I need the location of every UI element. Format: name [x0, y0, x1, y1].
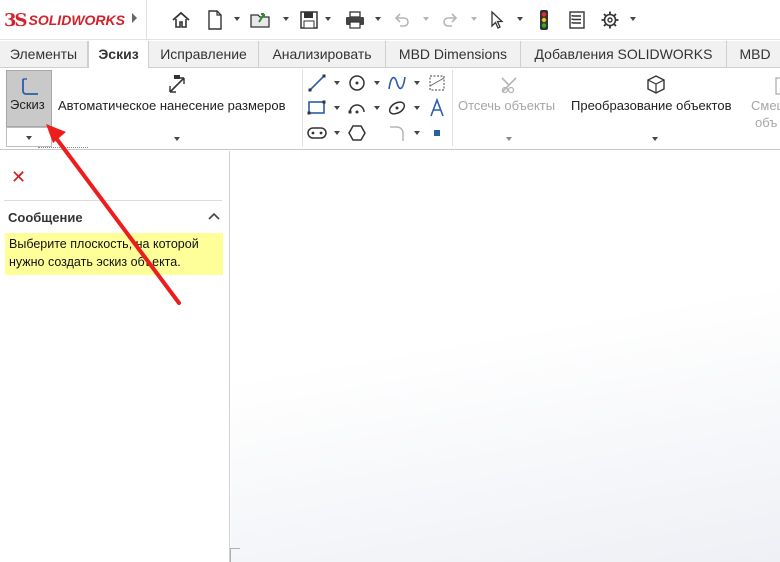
rectangle-dropdown-icon[interactable] — [334, 106, 340, 110]
message-section-title: Сообщение — [8, 210, 83, 225]
panel-title-remnant — [38, 147, 88, 152]
spline-icon[interactable] — [386, 72, 408, 94]
trim-entities-icon[interactable] — [498, 74, 520, 96]
smart-dimension-dropdown-icon[interactable] — [174, 137, 180, 141]
smart-dimension-label[interactable]: Автоматическое нанесение размеров — [58, 98, 285, 113]
redo-dropdown-icon[interactable] — [471, 17, 477, 21]
toolbar-separator — [146, 0, 147, 40]
graphics-area-corner — [230, 548, 240, 562]
select-cursor-icon[interactable] — [485, 8, 509, 32]
offset-entities-icon[interactable] — [770, 76, 780, 96]
solidworks-logo[interactable]: 3S SOLID WORKS — [4, 9, 125, 31]
print-icon[interactable] — [343, 8, 367, 32]
select-dropdown-icon[interactable] — [517, 17, 523, 21]
slot-icon[interactable] — [306, 122, 328, 144]
convert-entities-label[interactable]: Преобразование объектов — [571, 98, 732, 113]
polygon-icon[interactable] — [346, 122, 368, 144]
close-icon[interactable]: ✕ — [11, 167, 26, 188]
options-dropdown-icon[interactable] — [630, 17, 636, 21]
line-dropdown-icon[interactable] — [334, 81, 340, 85]
sketch-button[interactable]: Эскиз — [6, 70, 52, 127]
file-properties-icon[interactable] — [565, 8, 589, 32]
new-document-icon[interactable] — [203, 8, 227, 32]
chevron-up-icon[interactable] — [206, 208, 222, 224]
trim-dropdown-icon[interactable] — [506, 137, 512, 141]
tab-mbd-dimensions[interactable]: MBD Dimensions — [386, 41, 521, 68]
sketch-dropdown[interactable] — [6, 127, 52, 147]
message-box: Выберите плоскость, на которой нужно соз… — [5, 233, 223, 275]
slot-dropdown-icon[interactable] — [334, 131, 340, 135]
menu-expand-icon[interactable] — [132, 13, 137, 23]
tab-mbd[interactable]: MBD — [727, 41, 780, 68]
arc-dropdown-icon[interactable] — [374, 106, 380, 110]
smart-dimension-icon[interactable] — [166, 74, 188, 96]
new-dropdown-icon[interactable] — [234, 17, 240, 21]
property-manager-panel: ✕ Сообщение Выберите плоскость, на котор… — [0, 147, 230, 562]
ds-logo-mark: 3S — [4, 9, 27, 31]
gear-icon[interactable] — [598, 8, 622, 32]
point-icon[interactable] — [426, 122, 448, 144]
graphics-area[interactable] — [231, 151, 780, 562]
fillet-dropdown-icon[interactable] — [414, 131, 420, 135]
sketch-button-label: Эскиз — [10, 97, 45, 112]
trim-entities-label[interactable]: Отсечь объекты — [458, 98, 555, 113]
logo-text-works: WORKS — [71, 12, 125, 28]
open-folder-icon[interactable] — [249, 8, 273, 32]
open-dropdown-icon[interactable] — [283, 17, 289, 21]
convert-dropdown-icon[interactable] — [652, 137, 658, 141]
undo-dropdown-icon[interactable] — [423, 17, 429, 21]
save-dropdown-icon[interactable] — [325, 17, 331, 21]
ribbon-separator-2 — [452, 70, 453, 146]
sketch-ribbon: Эскиз Автоматическое нанесение размеров — [0, 68, 780, 150]
logo-text-solid: SOLID — [28, 12, 72, 28]
ellipse-dropdown-icon[interactable] — [414, 106, 420, 110]
offset-entities-label-1[interactable]: Смещ — [751, 98, 780, 113]
circle-dropdown-icon[interactable] — [374, 81, 380, 85]
arc-icon[interactable] — [346, 97, 368, 119]
tab-sketch[interactable]: Эскиз — [88, 41, 149, 69]
command-manager-tabs: Элементы Эскиз Исправление Анализировать… — [0, 41, 780, 69]
circle-icon[interactable] — [346, 72, 368, 94]
panel-divider — [4, 200, 222, 201]
sketch-icon — [22, 78, 38, 95]
fillet-icon[interactable] — [386, 122, 408, 144]
ribbon-separator — [302, 70, 303, 146]
print-dropdown-icon[interactable] — [375, 17, 381, 21]
spline-dropdown-icon[interactable] — [414, 81, 420, 85]
home-icon[interactable] — [169, 8, 193, 32]
tab-solidworks-addins[interactable]: Добавления SOLIDWORKS — [521, 41, 727, 68]
title-toolbar: 3S SOLID WORKS — [0, 0, 780, 40]
rebuild-icon[interactable] — [532, 8, 556, 32]
rectangle-icon[interactable] — [306, 97, 328, 119]
tab-analyze[interactable]: Анализировать — [259, 41, 386, 68]
undo-icon[interactable] — [390, 8, 414, 32]
convert-entities-icon[interactable] — [645, 74, 667, 96]
text-icon[interactable] — [426, 97, 448, 119]
offset-entities-label-2[interactable]: объ — [755, 115, 777, 130]
redo-icon[interactable] — [438, 8, 462, 32]
ellipse-icon[interactable] — [386, 97, 408, 119]
save-icon[interactable] — [297, 8, 321, 32]
chevron-down-icon — [26, 136, 32, 140]
sketch-picture-icon[interactable] — [426, 72, 448, 94]
line-icon[interactable] — [306, 72, 328, 94]
tab-repair[interactable]: Исправление — [149, 41, 259, 68]
tab-features[interactable]: Элементы — [0, 41, 88, 68]
